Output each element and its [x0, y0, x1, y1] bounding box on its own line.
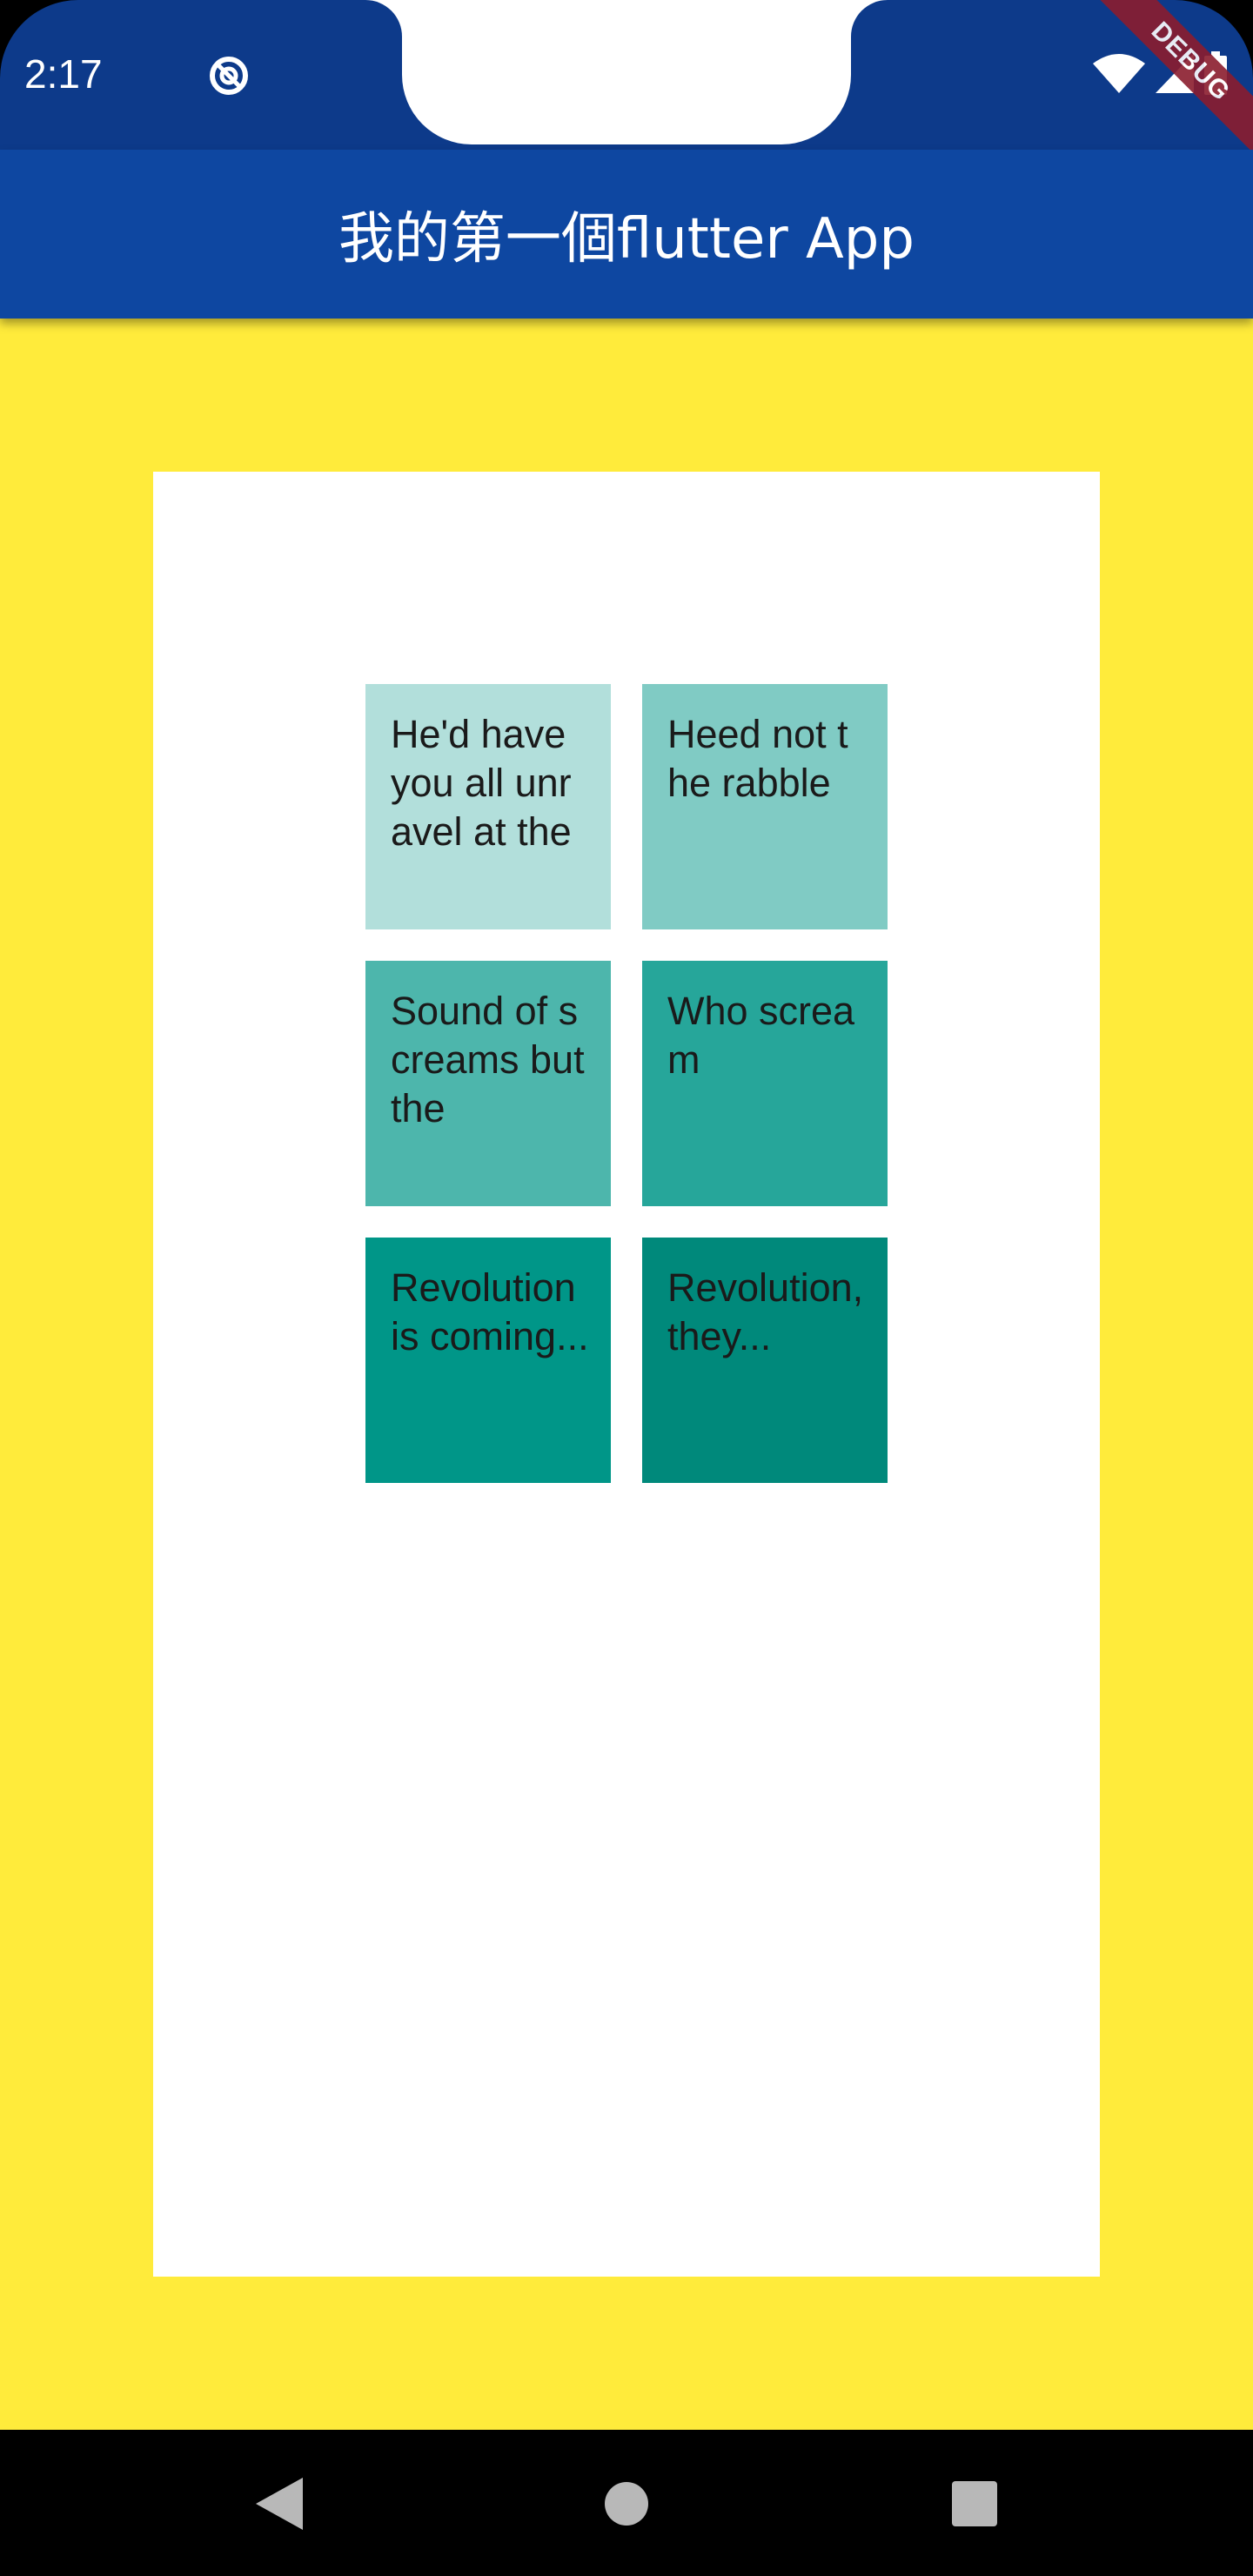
grid-tile: Who scream	[642, 961, 888, 1206]
status-time: 2:17	[24, 51, 103, 97]
grid-tile: Revolution is coming...	[365, 1238, 611, 1483]
grid-tile: Sound of screams but the	[365, 961, 611, 1206]
grid-tile: He'd have you all unravel at the	[365, 684, 611, 929]
grid-tile: Heed not the rabble	[642, 684, 888, 929]
home-icon[interactable]	[596, 2473, 657, 2534]
app-bar: 我的第一個flutter App	[0, 150, 1253, 319]
notch-corner-left	[365, 0, 402, 37]
app-title: 我的第一個flutter App	[338, 207, 915, 272]
camera-notch	[402, 0, 851, 144]
phone-screen: 2:17 DEBUG 我的第一個flutter App He'd have yo…	[0, 0, 1253, 2576]
white-container: He'd have you all unravel at the Heed no…	[153, 472, 1100, 2277]
recents-icon[interactable]	[944, 2473, 1005, 2534]
notch-corner-right	[851, 0, 888, 37]
grid-tile: Revolution, they...	[642, 1238, 888, 1483]
tile-grid: He'd have you all unravel at the Heed no…	[365, 684, 888, 1483]
yellow-background: He'd have you all unravel at the Heed no…	[0, 319, 1253, 2430]
navigation-bar	[0, 2430, 1253, 2576]
back-icon[interactable]	[249, 2473, 310, 2534]
status-bar: 2:17 DEBUG	[0, 0, 1253, 150]
do-not-disturb-icon	[207, 54, 251, 97]
wifi-icon	[1093, 53, 1145, 97]
